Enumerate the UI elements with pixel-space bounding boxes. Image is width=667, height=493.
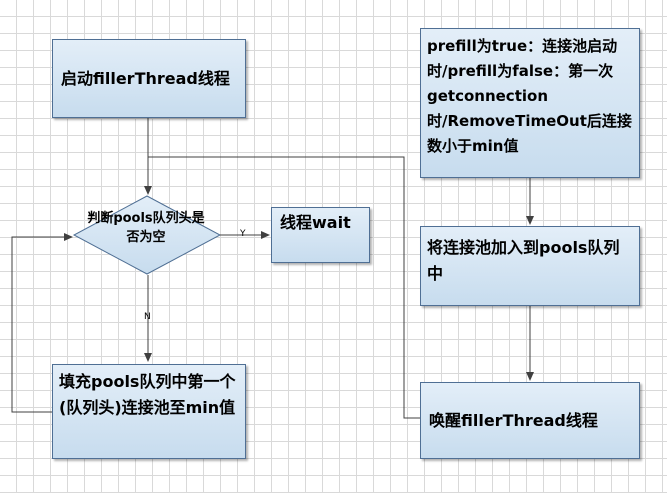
flowchart-canvas: 判断pools队列头是否为空 Y N 启动fillerThread线程 线程wa… [0,0,667,493]
node-fill-pool: 填充pools队列中第一个(队列头)连接池至min值 [52,364,246,459]
node-add-to-pool: 将连接池加入到pools队列中 [420,226,640,306]
edge-label-yes: Y [240,229,246,239]
node-wake-filler: 唤醒fillerThread线程 [420,382,640,459]
decision-label: 判断pools队列头是否为空 [87,211,205,245]
node-start-filler: 启动fillerThread线程 [52,39,246,118]
node-prefill-condition: prefill为true：连接池启动时/prefill为false：第一次get… [420,28,640,178]
edge-label-no: N [144,312,151,322]
node-thread-wait: 线程wait [271,207,370,263]
